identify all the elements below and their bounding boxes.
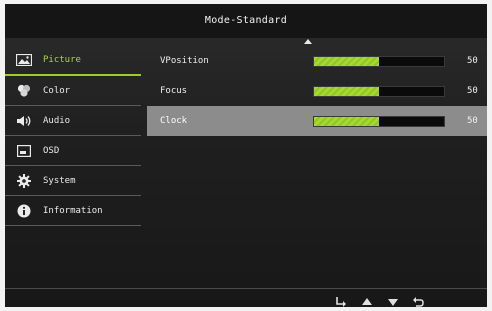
navigation-bar <box>5 288 487 307</box>
sidebar-item-picture[interactable]: Picture <box>5 46 141 76</box>
sidebar-item-label: OSD <box>43 145 60 156</box>
sidebar-item-system[interactable]: System <box>5 166 141 196</box>
focus-slider[interactable] <box>313 85 445 97</box>
slider-fill <box>314 86 379 96</box>
sidebar-item-color[interactable]: Color <box>5 76 141 106</box>
color-wheel-icon <box>15 84 33 98</box>
enter-icon[interactable] <box>335 293 347 307</box>
info-icon <box>15 204 33 218</box>
monitor-osd: Mode-Standard Picture Color Audio OSD Sy… <box>5 4 487 307</box>
sidebar-menu: Picture Color Audio OSD System Informati… <box>5 46 141 226</box>
setting-value: 50 <box>467 86 478 96</box>
setting-value: 50 <box>467 56 478 66</box>
settings-panel: VPosition 50 Focus 50 Clock 50 <box>147 46 487 136</box>
down-arrow-icon[interactable] <box>387 293 399 306</box>
sidebar-item-label: System <box>43 175 76 186</box>
sidebar-item-label: Color <box>43 85 71 96</box>
gear-icon <box>15 173 33 188</box>
up-arrow-icon[interactable] <box>361 293 373 305</box>
slider-fill <box>314 56 379 66</box>
sidebar-item-information[interactable]: Information <box>5 196 141 226</box>
back-icon[interactable] <box>412 293 424 307</box>
vposition-slider[interactable] <box>313 55 445 67</box>
sidebar-item-label: Audio <box>43 115 71 126</box>
setting-label: VPosition <box>160 56 209 66</box>
setting-label: Clock <box>160 116 188 126</box>
setting-row-vposition[interactable]: VPosition 50 <box>147 46 487 76</box>
slider-fill <box>314 116 379 126</box>
clock-slider[interactable] <box>313 115 445 127</box>
sidebar-item-audio[interactable]: Audio <box>5 106 141 136</box>
setting-row-focus[interactable]: Focus 50 <box>147 76 487 106</box>
picture-icon <box>15 53 33 67</box>
sidebar-item-osd[interactable]: OSD <box>5 136 141 166</box>
speaker-icon <box>15 114 33 128</box>
sidebar-item-label: Information <box>43 205 103 216</box>
setting-value: 50 <box>467 116 478 126</box>
osd-icon <box>15 144 33 158</box>
setting-row-clock[interactable]: Clock 50 <box>147 106 487 136</box>
sidebar-item-label: Picture <box>43 55 81 65</box>
title-bar: Mode-Standard <box>5 4 487 38</box>
mode-title: Mode-Standard <box>204 15 288 26</box>
scroll-up-icon[interactable] <box>304 39 312 44</box>
setting-label: Focus <box>160 86 188 96</box>
